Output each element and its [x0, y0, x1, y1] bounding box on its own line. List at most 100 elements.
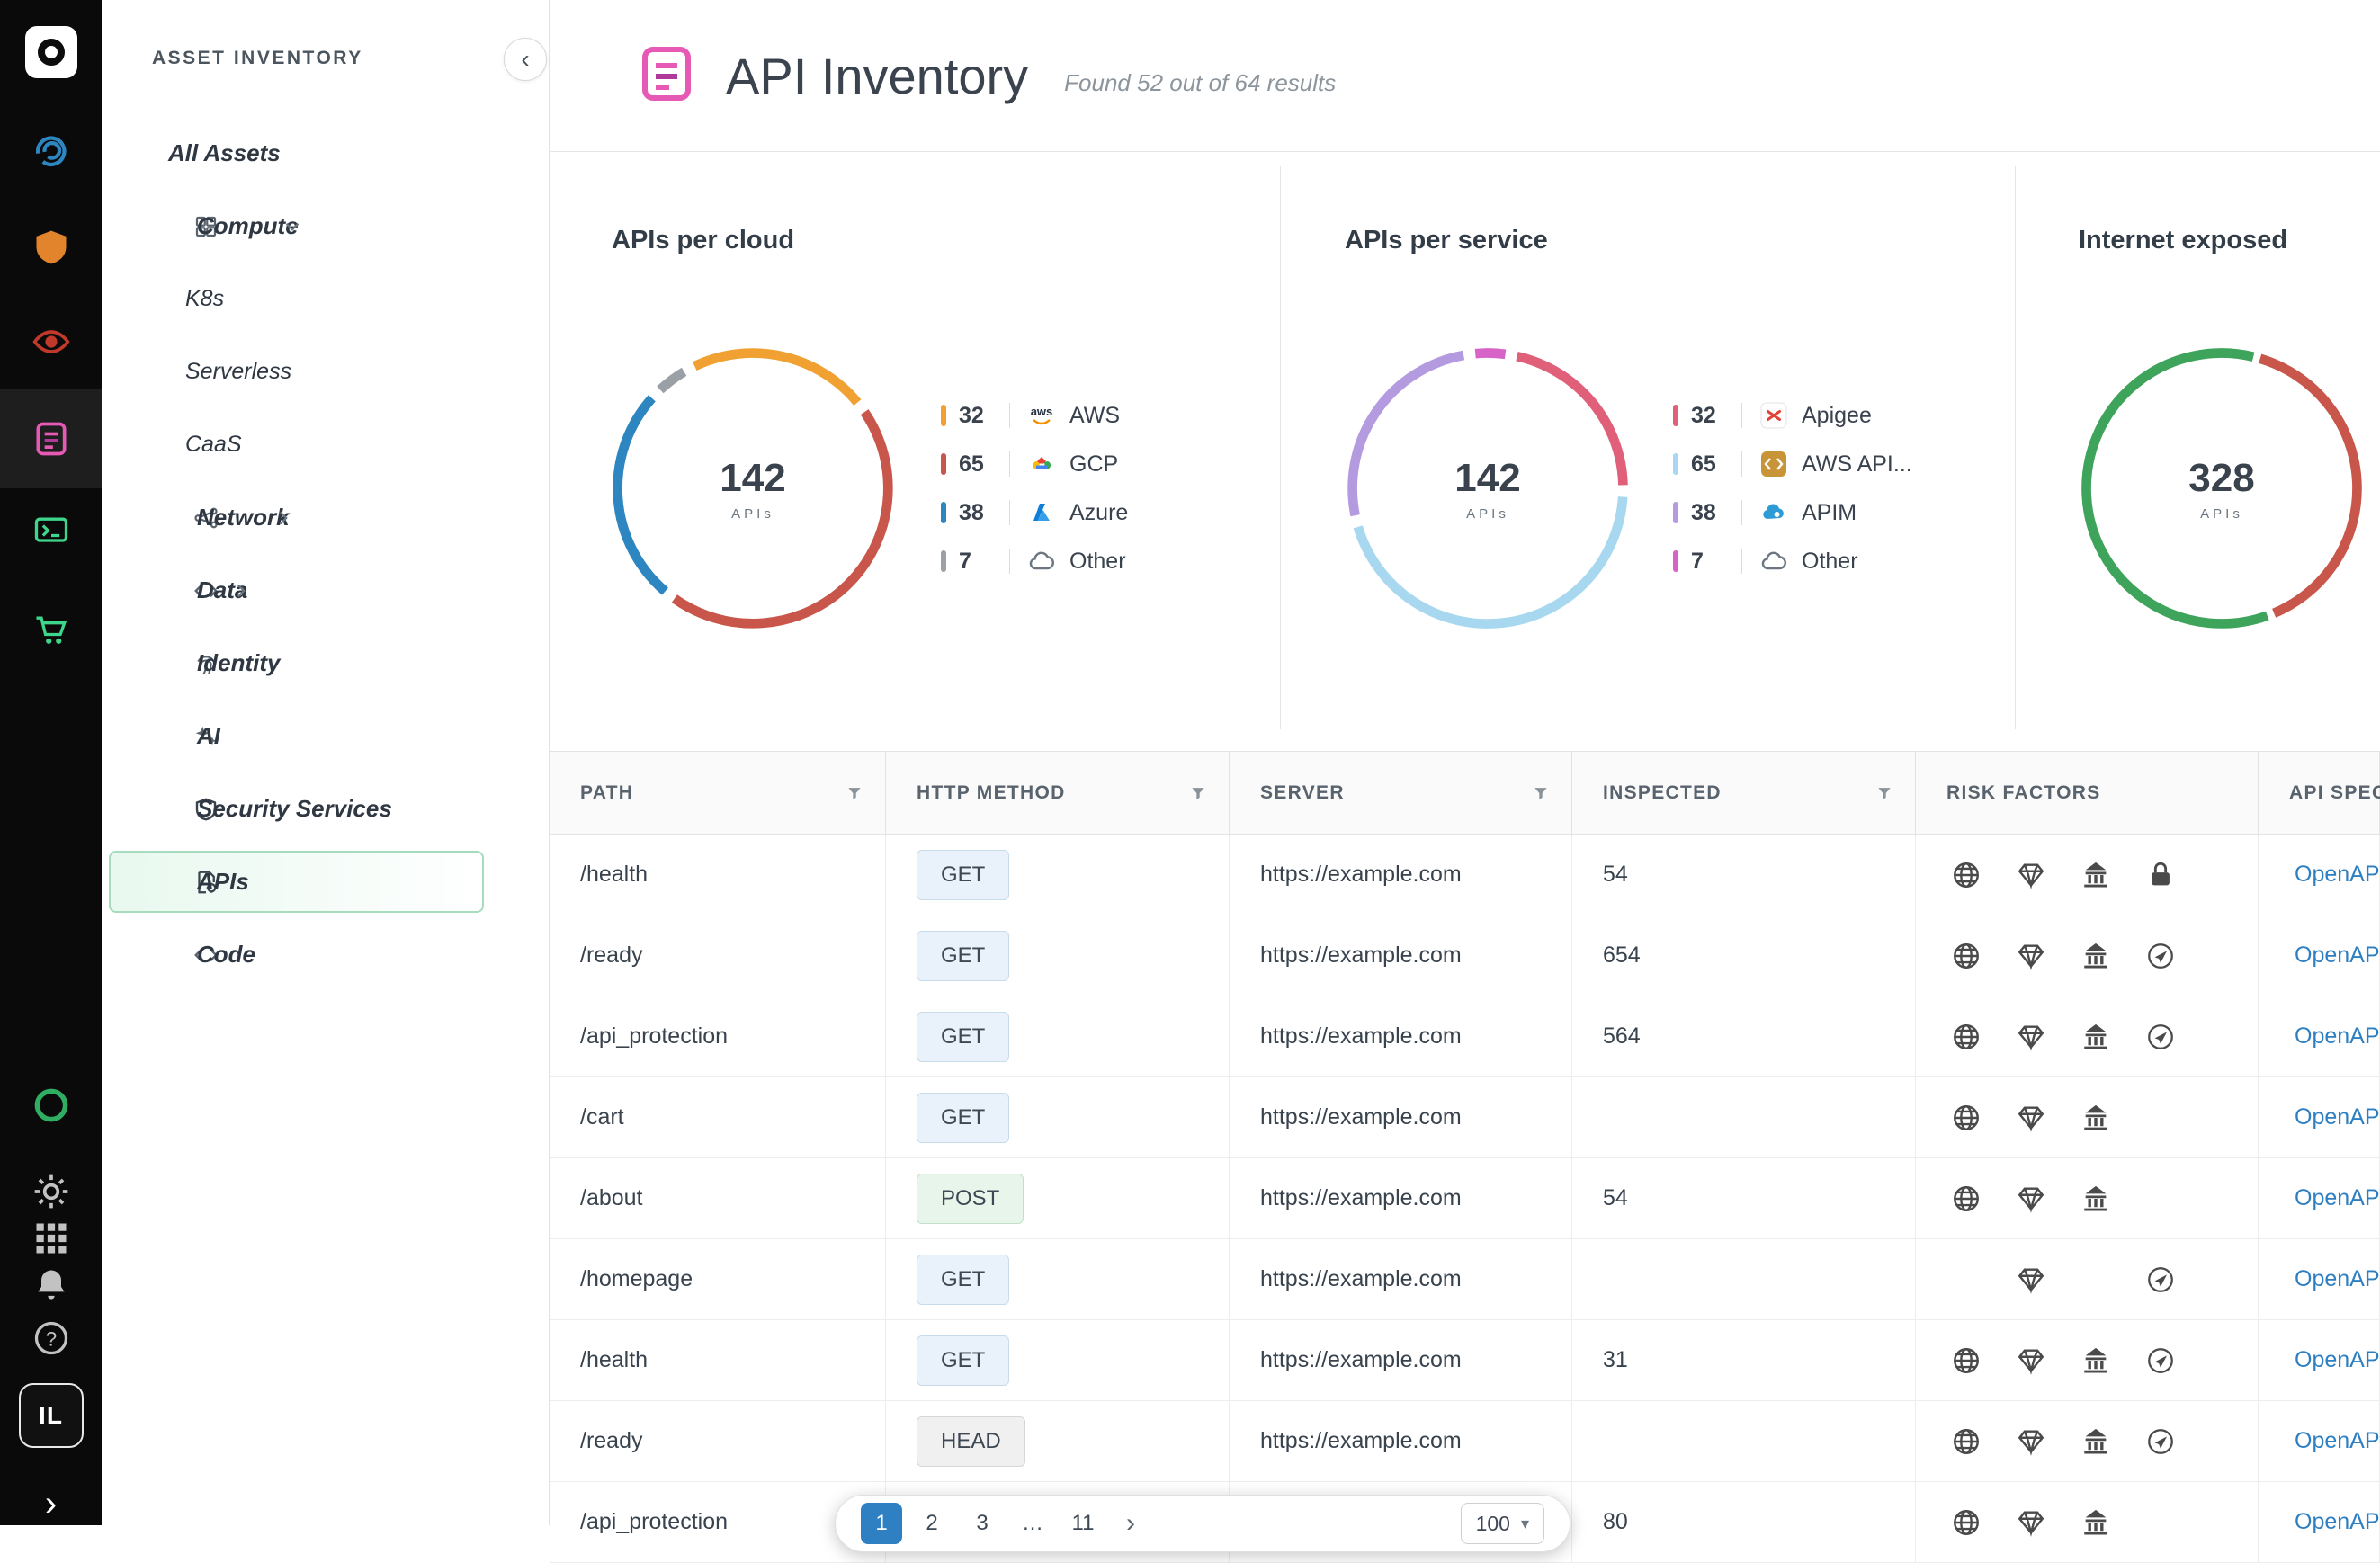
cell-risk-factors	[1916, 996, 2259, 1077]
internet-globe-icon	[1934, 1183, 1999, 1214]
legend-item-aws-api-gateway[interactable]: 65 AWS API...	[1673, 440, 1912, 488]
sidebar-item-network[interactable]: Network	[102, 481, 549, 554]
legend-item-azure[interactable]: 38 Azure	[941, 488, 1128, 537]
filter-funnel-icon[interactable]	[1532, 784, 1550, 802]
shield-protect-icon[interactable]	[31, 228, 71, 267]
legend-item-other-cloud[interactable]: 7 Other	[941, 537, 1128, 585]
sidebar-item-security-services[interactable]: Security Services	[102, 773, 549, 845]
cell-inspected: 654	[1572, 915, 1916, 996]
divider	[2015, 166, 2016, 729]
terminal-icon[interactable]	[31, 511, 71, 550]
cart-icon[interactable]	[31, 610, 71, 649]
sidebar-item-code[interactable]: Code	[102, 918, 549, 991]
cell-api-spec: OpenAPI	[2259, 1401, 2380, 1482]
api-inventory-icon	[634, 41, 699, 111]
openapi-link[interactable]: OpenAPI	[2295, 1347, 2380, 1373]
sidebar-item-caas[interactable]: CaaS	[102, 408, 549, 481]
legend-item-aws[interactable]: 32 aws AWS	[941, 391, 1128, 440]
openapi-link[interactable]: OpenAPI	[2295, 942, 2380, 969]
sidebar-item-data[interactable]: Data	[102, 554, 549, 627]
page-button-2[interactable]: 2	[911, 1503, 953, 1544]
table-row[interactable]: /api_protection GET https://example.com …	[550, 996, 2380, 1077]
legend-tick	[941, 453, 946, 475]
cell-server: https://example.com	[1230, 1239, 1572, 1320]
col-header-http-method[interactable]: HTTP METHOD	[886, 752, 1230, 835]
table-row[interactable]: /cart GET https://example.com OpenAPI	[550, 1077, 2380, 1158]
send-icon	[2128, 1426, 2193, 1457]
chart-title-apis-per-cloud: APIs per cloud	[612, 226, 794, 255]
sidebar-item-ai[interactable]: AI	[102, 700, 549, 773]
results-count: Found 52 out of 64 results	[1064, 69, 1336, 97]
discovery-icon[interactable]	[31, 130, 71, 170]
chevron-right-icon[interactable]	[272, 506, 295, 530]
table-row[interactable]: /ready HEAD https://example.com OpenAPI	[550, 1401, 2380, 1482]
user-avatar[interactable]: IL	[19, 1383, 84, 1448]
page-header: API Inventory Found 52 out of 64 results	[550, 0, 2380, 152]
page-size-select[interactable]: 100 ▾	[1461, 1503, 1544, 1544]
openapi-link[interactable]: OpenAPI	[2295, 1023, 2380, 1049]
openapi-link[interactable]: OpenAPI	[2295, 1185, 2380, 1211]
col-header-inspected[interactable]: INSPECTED	[1572, 752, 1916, 835]
openapi-link[interactable]: OpenAPI	[2295, 862, 2380, 888]
internet-exposed-donut: 328 APIs	[2073, 340, 2370, 637]
internet-globe-icon	[1934, 1022, 1999, 1052]
page-button-1[interactable]: 1	[861, 1503, 902, 1544]
cell-inspected: 31	[1572, 1320, 1916, 1401]
openapi-link[interactable]: OpenAPI	[2295, 1509, 2380, 1535]
gem-icon	[1999, 1264, 2063, 1295]
table-row[interactable]: /health GET https://example.com 54 OpenA…	[550, 835, 2380, 915]
aws-icon: aws	[1026, 400, 1057, 431]
filter-funnel-icon[interactable]	[1189, 784, 1207, 802]
table-row[interactable]: /homepage GET https://example.com OpenAP…	[550, 1239, 2380, 1320]
page-button-11[interactable]: 11	[1062, 1503, 1104, 1544]
legend-item-apim[interactable]: 38 APIM	[1673, 488, 1912, 537]
method-badge: GET	[917, 1255, 1009, 1305]
col-header-server[interactable]: SERVER	[1230, 752, 1572, 835]
api-security-icon[interactable]	[31, 419, 71, 459]
chevron-down-icon[interactable]	[281, 215, 304, 238]
orca-logo[interactable]	[25, 26, 77, 78]
chevron-right-icon[interactable]	[229, 579, 253, 603]
sidebar-collapse-button[interactable]: ‹	[504, 38, 547, 81]
cell-method: GET	[886, 996, 1230, 1077]
cell-method: GET	[886, 1077, 1230, 1158]
table-row[interactable]: /health GET https://example.com 31 OpenA…	[550, 1320, 2380, 1401]
donut-center: 142 APIs	[1339, 340, 1636, 637]
filter-funnel-icon[interactable]	[846, 784, 863, 802]
svg-text:?: ?	[45, 1327, 56, 1350]
legend-item-other-service[interactable]: 7 Other	[1673, 537, 1912, 585]
table-row[interactable]: /about POST https://example.com 54 OpenA…	[550, 1158, 2380, 1239]
page-button-3[interactable]: 3	[962, 1503, 1003, 1544]
legend-item-apigee[interactable]: 32 Apigee	[1673, 391, 1912, 440]
sidebar-item-apis[interactable]: APIs	[102, 845, 549, 918]
api-table: PATH HTTP METHOD SERVER INSPECTED RISK F…	[550, 751, 2380, 1563]
internet-globe-icon	[1934, 1345, 1999, 1376]
legend-item-gcp[interactable]: 65 GCP	[941, 440, 1128, 488]
sidebar-item-compute[interactable]: Compute	[102, 190, 549, 263]
cell-api-spec: OpenAPI	[2259, 1482, 2380, 1563]
expand-chevron-icon[interactable]: ›	[45, 1486, 57, 1522]
table-row[interactable]: /ready GET https://example.com 654 OpenA…	[550, 915, 2380, 996]
sidebar-item-all-assets[interactable]: All Assets	[102, 117, 549, 190]
sidebar-item-serverless[interactable]: Serverless	[102, 335, 549, 408]
cell-risk-factors	[1916, 1320, 2259, 1401]
openapi-link[interactable]: OpenAPI	[2295, 1266, 2380, 1292]
bank-building-icon	[2063, 1426, 2128, 1457]
detection-eye-icon[interactable]	[31, 322, 71, 362]
help-icon[interactable]: ?	[31, 1318, 71, 1358]
col-header-path[interactable]: PATH	[550, 752, 886, 835]
apis-per-service-legend: 32 Apigee 65 AWS API... 38 APIM	[1673, 391, 1912, 585]
notifications-bell-icon[interactable]	[31, 1265, 71, 1305]
openapi-link[interactable]: OpenAPI	[2295, 1428, 2380, 1454]
apps-grid-icon[interactable]	[31, 1219, 71, 1258]
settings-gear-icon[interactable]	[31, 1172, 71, 1211]
sidebar-item-identity[interactable]: Identity	[102, 627, 549, 700]
status-ring-icon[interactable]	[31, 1085, 71, 1125]
donut-center: 328 APIs	[2073, 340, 2370, 637]
filter-funnel-icon[interactable]	[1875, 784, 1893, 802]
gem-icon	[1999, 1345, 2063, 1376]
cell-server: https://example.com	[1230, 996, 1572, 1077]
openapi-link[interactable]: OpenAPI	[2295, 1104, 2380, 1130]
sidebar-item-k8s[interactable]: K8s	[102, 263, 549, 335]
next-page-icon[interactable]: ›	[1113, 1508, 1149, 1539]
